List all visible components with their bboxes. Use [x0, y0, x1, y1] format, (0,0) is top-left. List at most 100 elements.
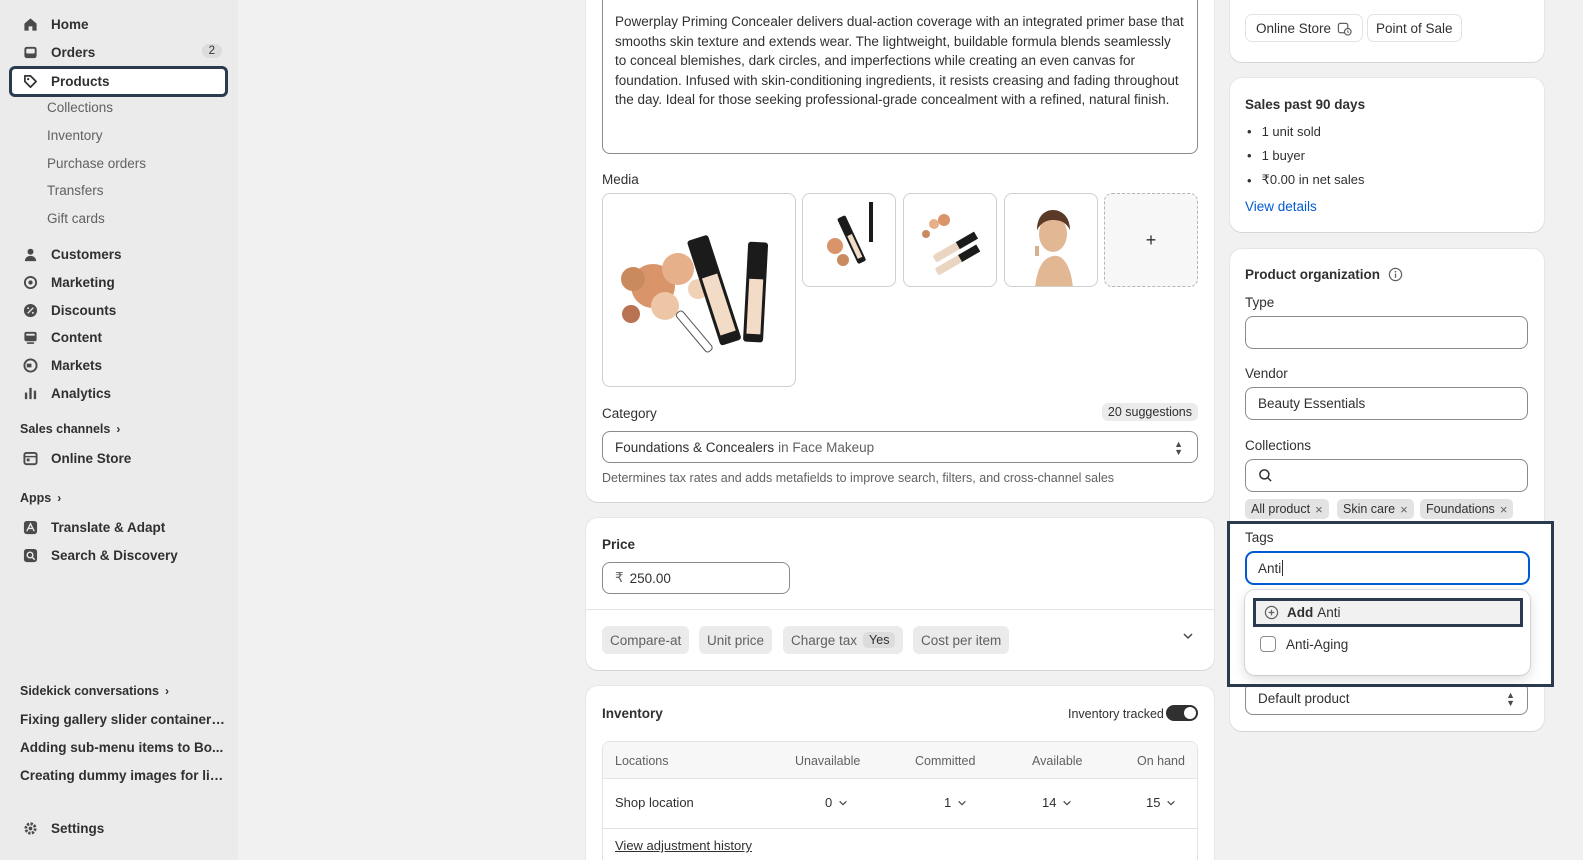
checkbox[interactable]	[1260, 636, 1276, 652]
nav-orders[interactable]: Orders 2	[10, 39, 228, 65]
collections-search-input[interactable]	[1245, 459, 1528, 492]
nav-analytics[interactable]: Analytics	[10, 380, 228, 406]
category-label: Category	[602, 406, 657, 421]
category-suggestions-badge[interactable]: 20 suggestions	[1101, 403, 1198, 421]
product-organization-title: Product organization	[1245, 267, 1403, 282]
unavailable-dropdown[interactable]: 0	[825, 795, 848, 810]
column-header: Unavailable	[795, 754, 861, 768]
target-icon	[22, 274, 38, 290]
conversation-item[interactable]: Adding sub-menu items to Bo...	[20, 740, 225, 755]
category-value: Foundations & Concealers	[615, 439, 775, 455]
nav-orders-label: Orders	[51, 44, 96, 60]
nav-search-discovery[interactable]: Search & Discovery	[10, 542, 228, 568]
nav-home-label: Home	[51, 16, 89, 32]
nav-discounts-label: Discounts	[51, 302, 117, 318]
remove-tag-icon[interactable]: ×	[1500, 502, 1508, 517]
channel-name: Point of Sale	[1376, 20, 1453, 36]
sales-stat-item: • ₹0.00 in net sales	[1247, 172, 1365, 188]
conversation-item[interactable]: Fixing gallery slider container i...	[20, 712, 225, 727]
view-details-link[interactable]: View details	[1245, 199, 1317, 214]
chevron-down-icon	[839, 800, 848, 806]
search-icon	[1259, 469, 1272, 482]
committed-dropdown[interactable]: 1	[944, 795, 967, 810]
add-tag-option[interactable]: Add Anti	[1253, 598, 1523, 627]
location-cell: Shop location	[615, 795, 694, 810]
nav-collections[interactable]: Collections	[47, 100, 113, 115]
add-tag-prefix: Add	[1287, 605, 1314, 620]
column-header: Locations	[615, 754, 669, 768]
media-thumbnail[interactable]	[903, 193, 997, 287]
cost-per-item-pill[interactable]: Cost per item	[913, 626, 1010, 654]
chevron-down-icon	[1167, 800, 1176, 806]
compare-at-pill[interactable]: Compare-at	[602, 626, 690, 654]
charge-tax-label: Charge tax	[791, 632, 858, 648]
info-icon[interactable]	[1388, 267, 1403, 282]
charge-tax-pill[interactable]: Charge tax Yes	[783, 626, 904, 654]
view-adjustment-history-link[interactable]: View adjustment history	[615, 838, 752, 853]
gear-icon	[22, 820, 38, 836]
category-select[interactable]: Foundations & Concealers in Face Makeup …	[602, 431, 1198, 463]
on-hand-input[interactable]: 15	[1146, 795, 1176, 810]
nav-settings[interactable]: Settings	[10, 815, 228, 841]
nav-marketing[interactable]: Marketing	[10, 269, 228, 295]
price-title: Price	[602, 537, 636, 552]
sales-stat-item: • 1 unit sold	[1247, 124, 1321, 139]
sales-channels-heading[interactable]: Sales channels ›	[20, 422, 120, 436]
person-icon	[22, 246, 38, 262]
chevron-down-icon[interactable]	[1182, 630, 1194, 645]
nav-translate-adapt[interactable]: Translate & Adapt	[10, 514, 228, 540]
inventory-tracked-toggle[interactable]	[1166, 705, 1198, 721]
nav-markets[interactable]: Markets	[10, 352, 228, 378]
type-input[interactable]	[1245, 316, 1528, 349]
bullet-icon: •	[1247, 172, 1252, 188]
conversation-item[interactable]: Creating dummy images for lip...	[20, 768, 225, 783]
schedule-icon	[1337, 22, 1352, 36]
tags-label: Tags	[1245, 530, 1274, 545]
nav-products-label: Products	[51, 74, 110, 89]
collection-tag: Foundations ×	[1420, 499, 1514, 519]
nav-gift-cards[interactable]: Gift cards	[47, 211, 105, 226]
divider	[603, 828, 1197, 829]
nav-inventory[interactable]: Inventory	[47, 128, 103, 143]
globe-icon	[22, 357, 38, 373]
collection-tag: Skin care ×	[1337, 499, 1414, 519]
column-header: On hand	[1137, 754, 1185, 768]
model-thumbnail-image	[1035, 210, 1073, 286]
chevron-down-icon	[1063, 800, 1072, 806]
media-thumbnail[interactable]	[802, 193, 896, 287]
nav-online-store[interactable]: Online Store	[10, 445, 228, 471]
tag-option-anti-aging[interactable]: Anti-Aging	[1260, 636, 1348, 652]
home-icon	[22, 16, 38, 32]
nav-products[interactable]: Products	[9, 66, 228, 97]
unit-price-pill[interactable]: Unit price	[699, 626, 773, 654]
media-main-image[interactable]	[602, 193, 796, 387]
price-input[interactable]: ₹ 250.00	[602, 562, 790, 594]
remove-tag-icon[interactable]: ×	[1400, 502, 1408, 517]
available-input[interactable]: 14	[1042, 795, 1072, 810]
vendor-input[interactable]: Beauty Essentials	[1245, 387, 1528, 420]
nav-home[interactable]: Home	[10, 11, 228, 37]
add-media-button[interactable]: +	[1104, 193, 1198, 287]
nav-marketing-label: Marketing	[51, 274, 115, 290]
nav-discounts[interactable]: Discounts	[10, 297, 228, 323]
sidekick-heading[interactable]: Sidekick conversations ›	[20, 684, 169, 698]
media-thumbnail[interactable]	[1004, 193, 1098, 287]
sales-channels-card: Online Store Point of Sale	[1230, 0, 1544, 62]
sales-stat-text: ₹0.00 in net sales	[1261, 172, 1365, 187]
bullet-icon: •	[1247, 124, 1252, 139]
nav-content[interactable]: Content	[10, 324, 228, 350]
nav-customers[interactable]: Customers	[10, 241, 228, 267]
divider	[586, 609, 1214, 610]
apps-heading[interactable]: Apps ›	[20, 491, 61, 505]
collection-tag-label: Foundations	[1426, 502, 1495, 516]
nav-purchase-orders[interactable]: Purchase orders	[47, 156, 146, 171]
channel-online-store[interactable]: Online Store	[1245, 14, 1364, 42]
channel-point-of-sale[interactable]: Point of Sale	[1367, 14, 1462, 42]
nav-transfers[interactable]: Transfers	[47, 183, 104, 198]
unavailable-value: 0	[825, 795, 833, 810]
remove-tag-icon[interactable]: ×	[1315, 502, 1323, 517]
product-thumbnail-image	[922, 214, 981, 275]
bullet-icon: •	[1247, 148, 1252, 163]
tags-input[interactable]: Anti	[1245, 551, 1530, 585]
description-editor[interactable]: Powerplay Priming Concealer delivers dua…	[602, 0, 1198, 154]
